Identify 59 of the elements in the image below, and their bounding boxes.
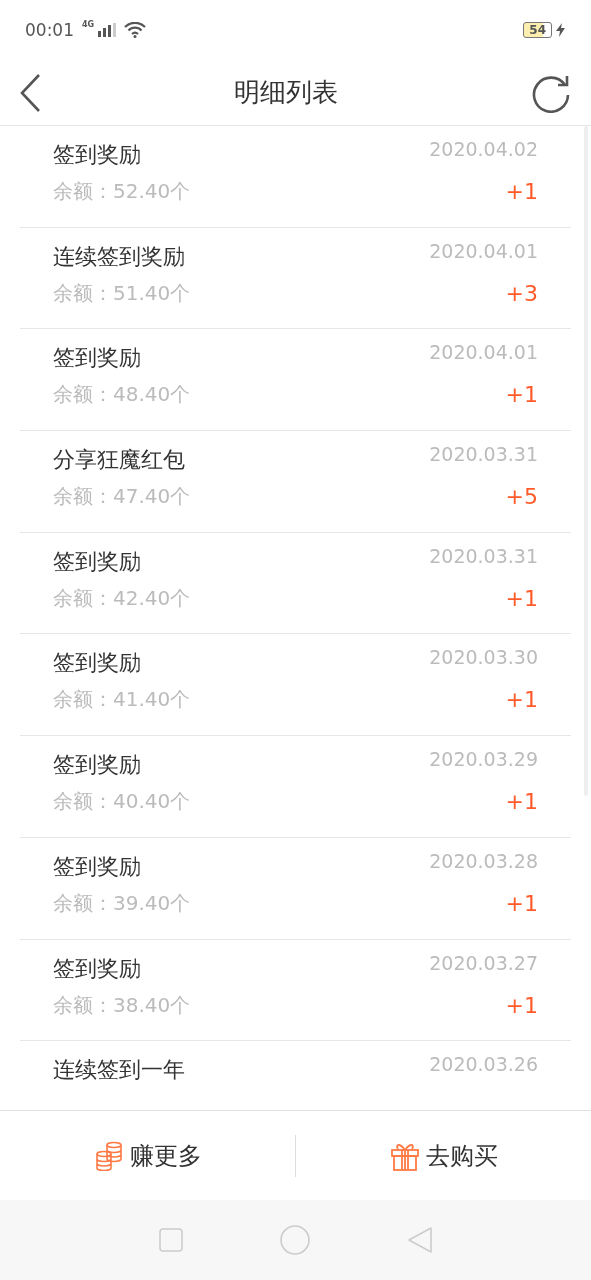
battery-indicator: 54 — [523, 22, 552, 38]
record-amount: +3 — [505, 280, 538, 306]
record-row[interactable]: 签到奖励 2020.04.01 余额：48.40个 +1 — [20, 329, 571, 432]
record-balance: 余额：39.40个 — [53, 889, 191, 917]
record-amount: +1 — [505, 179, 538, 204]
record-balance: 余额：38.40个 — [53, 991, 191, 1019]
record-title: 签到奖励 — [53, 547, 141, 576]
record-title: 签到奖励 — [53, 954, 141, 983]
record-title: 签到奖励 — [53, 751, 141, 780]
record-date: 2020.03.31 — [429, 443, 538, 466]
page-title: 明细列表 — [234, 76, 338, 109]
record-date: 2020.03.29 — [429, 748, 538, 771]
record-amount: +1 — [505, 382, 538, 408]
status-time: 00:01 — [25, 20, 74, 40]
record-date: 2020.03.31 — [429, 544, 538, 567]
record-row[interactable]: 连续签到奖励 2020.04.01 余额：51.40个 +3 — [20, 227, 571, 330]
record-date: 2020.03.27 — [429, 951, 538, 974]
record-amount: +1 — [505, 789, 538, 815]
record-row[interactable]: 签到奖励 2020.03.31 余额：42.40个 +1 — [20, 532, 571, 635]
record-title: 签到奖励 — [53, 344, 141, 373]
record-balance: 余额：47.40个 — [53, 483, 191, 511]
record-date: 2020.03.30 — [429, 646, 538, 669]
back-icon[interactable] — [19, 72, 41, 113]
home-icon[interactable] — [279, 1225, 310, 1255]
record-balance: 余额：40.40个 — [53, 788, 191, 816]
network-label: 4G — [82, 20, 95, 29]
signal-icon — [98, 23, 117, 37]
record-amount: +1 — [505, 687, 538, 713]
record-amount: +1 — [505, 585, 538, 611]
record-amount: +1 — [505, 992, 538, 1018]
record-balance: 余额：48.40个 — [53, 381, 191, 409]
record-title: 分享狂魔红包 — [53, 446, 185, 475]
record-amount: +5 — [505, 484, 538, 510]
recent-apps-icon[interactable] — [158, 1228, 183, 1252]
record-row[interactable]: 分享狂魔红包 2020.03.31 余额：47.40个 +5 — [20, 431, 571, 533]
record-title: 连续签到一年 — [53, 1056, 185, 1085]
record-row[interactable]: 签到奖励 2020.04.02 余额：52.40个 +1 — [20, 126, 571, 228]
record-balance: 余额：52.40个 — [53, 178, 191, 205]
record-balance: 余额：42.40个 — [53, 584, 191, 612]
record-date: 2020.04.01 — [429, 341, 538, 364]
record-title: 连续签到奖励 — [53, 242, 185, 271]
record-amount: +1 — [505, 890, 538, 916]
record-date: 2020.03.28 — [429, 849, 538, 872]
record-row[interactable]: 签到奖励 2020.03.30 余额：41.40个 +1 — [20, 634, 571, 737]
coins-icon — [93, 1140, 124, 1171]
record-row[interactable]: 签到奖励 2020.03.28 余额：39.40个 +1 — [20, 837, 571, 940]
back-nav-icon[interactable] — [406, 1226, 433, 1254]
record-title: 签到奖励 — [53, 852, 141, 881]
charging-icon — [556, 23, 565, 37]
record-title: 签到奖励 — [53, 141, 141, 169]
record-date: 2020.04.02 — [429, 138, 538, 160]
wifi-icon — [124, 22, 147, 38]
record-date: 2020.04.01 — [429, 239, 538, 262]
record-date: 2020.03.26 — [429, 1053, 538, 1076]
record-balance: 余额：51.40个 — [53, 279, 191, 307]
record-title: 签到奖励 — [53, 649, 141, 678]
record-balance: 余额：41.40个 — [53, 686, 191, 714]
record-row[interactable]: 签到奖励 2020.03.29 余额：40.40个 +1 — [20, 736, 571, 838]
record-row[interactable]: 签到奖励 2020.03.27 余额：38.40个 +1 — [20, 939, 571, 1042]
